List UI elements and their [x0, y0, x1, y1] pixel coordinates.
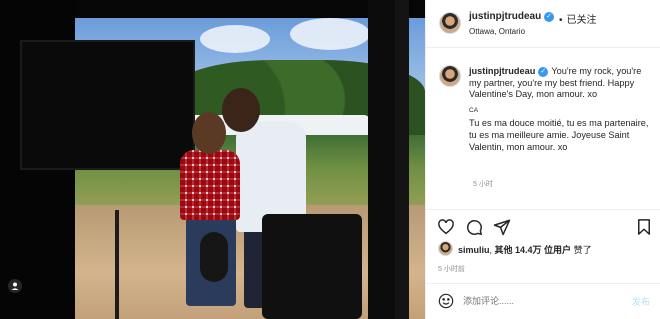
verified-icon: ✓: [544, 12, 554, 22]
likes-suffix: 赞了: [573, 245, 592, 255]
share-icon[interactable]: [493, 218, 511, 236]
heart-icon[interactable]: [437, 218, 455, 236]
photo-monitor: [20, 40, 195, 170]
action-bar: [426, 209, 660, 241]
caption-french: Tu es ma douce moitié, tu es ma partenai…: [469, 118, 649, 152]
tagged-user-icon[interactable]: [8, 279, 22, 293]
caption-lang-tag: CA: [469, 106, 479, 114]
avatar[interactable]: [439, 12, 461, 34]
photo-camera: [262, 214, 362, 319]
post-location[interactable]: Ottawa, Ontario: [469, 27, 525, 36]
comment-icon[interactable]: [465, 218, 483, 236]
emoji-icon[interactable]: [438, 293, 454, 309]
follow-label: 已关注: [566, 15, 597, 26]
photo-pole: [395, 0, 409, 319]
likes-others[interactable]: 其他 14.4万 位用户: [495, 245, 572, 255]
caption-username[interactable]: justinpjtrudeau: [469, 66, 535, 76]
photo-pole: [368, 0, 396, 319]
photo-stand: [115, 210, 119, 319]
likes-summary: simuliu, 其他 14.4万 位用户 赞了: [426, 241, 660, 259]
liker-avatar[interactable]: [438, 241, 453, 256]
photo-man: [222, 88, 260, 132]
avatar[interactable]: [439, 65, 461, 87]
verified-icon: ✓: [538, 66, 549, 77]
bookmark-icon[interactable]: [635, 218, 653, 236]
post-username[interactable]: justinpjtrudeau: [469, 11, 541, 22]
post-comment-button[interactable]: 发布: [632, 295, 650, 308]
photo-mic: [200, 232, 228, 282]
post-side-panel: justinpjtrudeau ✓ • 已关注 Ottawa, Ontario j…: [425, 0, 660, 319]
caption: justinpjtrudeau ✓ You're my rock, you're m…: [469, 66, 654, 153]
caption-area: justinpjtrudeau ✓ You're my rock, you're m…: [426, 49, 660, 201]
post-timestamp[interactable]: 5 小时前: [438, 264, 465, 274]
liker-username[interactable]: simuliu: [458, 245, 490, 255]
photo-cloud: [290, 18, 370, 50]
separator-dot: •: [559, 15, 563, 26]
photo-woman: [192, 112, 226, 154]
caption-time: 5 小时: [473, 181, 493, 188]
comment-input[interactable]: [463, 294, 613, 308]
likes-text: simuliu, 其他 14.4万 位用户 赞了: [458, 245, 592, 255]
follow-status[interactable]: • 已关注: [559, 11, 597, 26]
photo-cloud: [200, 25, 270, 53]
post-header: justinpjtrudeau ✓ • 已关注 Ottawa, Ontario: [426, 0, 660, 48]
post-photo[interactable]: [0, 0, 425, 319]
photo-woman: [180, 150, 240, 220]
comment-box: 发布: [426, 283, 660, 319]
